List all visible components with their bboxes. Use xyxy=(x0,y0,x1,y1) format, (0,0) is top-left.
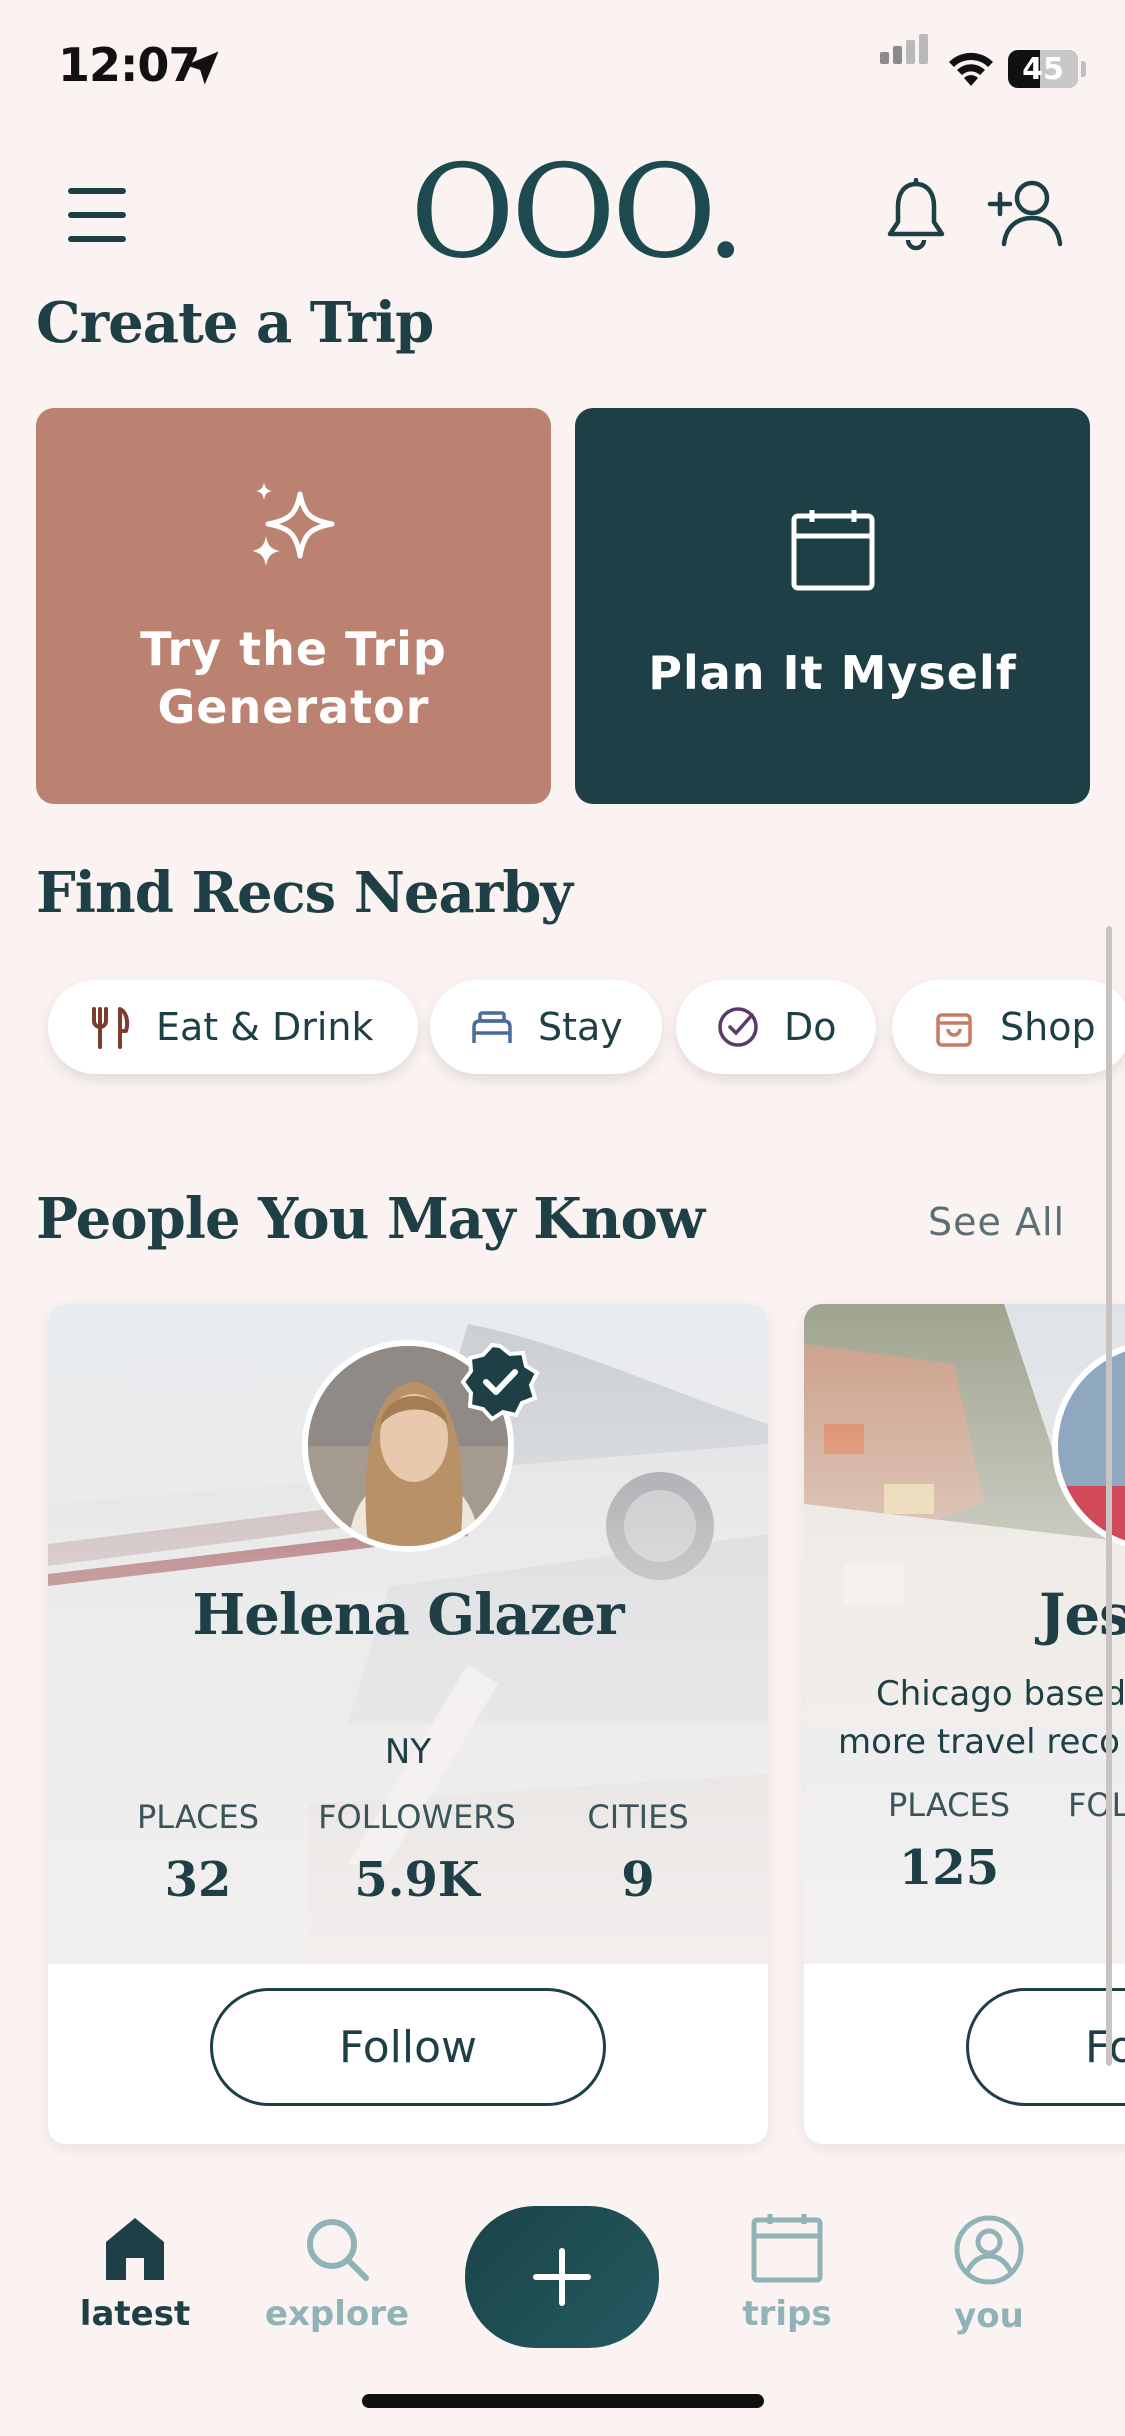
people-title: People You May Know xyxy=(36,1186,705,1252)
tab-explore[interactable]: explore xyxy=(252,2214,422,2334)
generator-label-line1: Try the Trip xyxy=(140,622,447,676)
person-location: NY xyxy=(384,1732,432,1772)
fork-knife-icon xyxy=(92,1007,130,1049)
tab-latest[interactable]: latest xyxy=(50,2214,220,2334)
places-value: 125 xyxy=(898,1840,1000,1896)
bed-icon xyxy=(472,1011,512,1043)
location-arrow-icon xyxy=(185,51,219,85)
see-all-link[interactable]: See All xyxy=(928,1200,1065,1244)
calendar-icon xyxy=(751,2214,823,2283)
check-circle-icon xyxy=(718,1007,758,1047)
create-trip-title: Create a Trip xyxy=(36,290,434,356)
cities-label: CITIES xyxy=(587,1798,689,1836)
tab-you[interactable]: you xyxy=(904,2214,1074,2336)
follow-button[interactable]: Fo xyxy=(966,1988,1125,2106)
generator-label-line2: Generator xyxy=(157,680,430,734)
tab-label: latest xyxy=(79,2294,191,2334)
followers-value: 5.9K xyxy=(354,1852,480,1908)
followers-label: FOLLOWERS xyxy=(318,1798,516,1836)
user-icon xyxy=(954,2215,1024,2285)
places-value: 32 xyxy=(164,1852,232,1908)
person-card[interactable]: Jes Chicago based more travel reco PLACE… xyxy=(804,1304,1125,2144)
tab-label: trips xyxy=(742,2294,832,2334)
verified-badge-icon xyxy=(460,1342,540,1422)
plus-icon xyxy=(533,2248,591,2306)
person-card[interactable]: Helena Glazer NY PLACES FOLLOWERS CITIES… xyxy=(48,1304,768,2144)
scroll-indicator xyxy=(1106,926,1112,2066)
sparkles-icon xyxy=(252,482,335,566)
person-bio-line1: Chicago based xyxy=(876,1674,1125,1714)
home-icon xyxy=(106,2218,164,2280)
search-icon xyxy=(307,2219,369,2281)
cities-value: 9 xyxy=(621,1852,655,1908)
bell-icon[interactable] xyxy=(884,178,948,252)
app-logo: OOO. xyxy=(410,138,746,287)
person-bio-line2: more travel reco xyxy=(838,1722,1120,1762)
followers-label: FOL xyxy=(1068,1786,1125,1824)
person-name: Jes xyxy=(1039,1582,1125,1648)
chip-do[interactable]: Do xyxy=(676,980,876,1074)
follow-button[interactable]: Follow xyxy=(210,1988,606,2106)
battery-icon: 45 xyxy=(1008,50,1078,88)
battery-percent: 45 xyxy=(1022,52,1064,87)
places-label: PLACES xyxy=(887,1786,1011,1824)
status-time: 12:07 xyxy=(58,38,200,92)
add-user-icon[interactable] xyxy=(986,178,1066,248)
wifi-icon xyxy=(949,52,993,86)
tab-label: you xyxy=(954,2296,1024,2336)
home-indicator xyxy=(362,2394,764,2408)
menu-icon[interactable] xyxy=(64,188,130,248)
plan-it-myself-label: Plan It Myself xyxy=(648,646,1017,700)
chip-label: Eat & Drink xyxy=(156,1005,374,1049)
chip-label: Shop xyxy=(1000,1005,1096,1049)
shopping-bag-icon xyxy=(936,1013,972,1047)
person-name: Helena Glazer xyxy=(192,1582,624,1648)
chip-label: Do xyxy=(784,1005,837,1049)
calendar-icon xyxy=(791,510,875,591)
tab-trips[interactable]: trips xyxy=(702,2214,872,2334)
chip-eat-drink[interactable]: Eat & Drink xyxy=(48,980,418,1074)
tab-label: explore xyxy=(264,2294,410,2334)
find-recs-title: Find Recs Nearby xyxy=(36,860,573,926)
status-bar: 12:07 45 xyxy=(0,0,1125,140)
chip-stay[interactable]: Stay xyxy=(430,980,662,1074)
chip-shop[interactable]: Shop xyxy=(892,980,1125,1074)
trip-generator-button[interactable]: Try the Trip Generator xyxy=(36,408,551,804)
places-label: PLACES xyxy=(136,1798,260,1836)
chip-label: Stay xyxy=(538,1005,623,1049)
add-button[interactable] xyxy=(465,2206,659,2348)
plan-it-myself-button[interactable]: Plan It Myself xyxy=(575,408,1090,804)
